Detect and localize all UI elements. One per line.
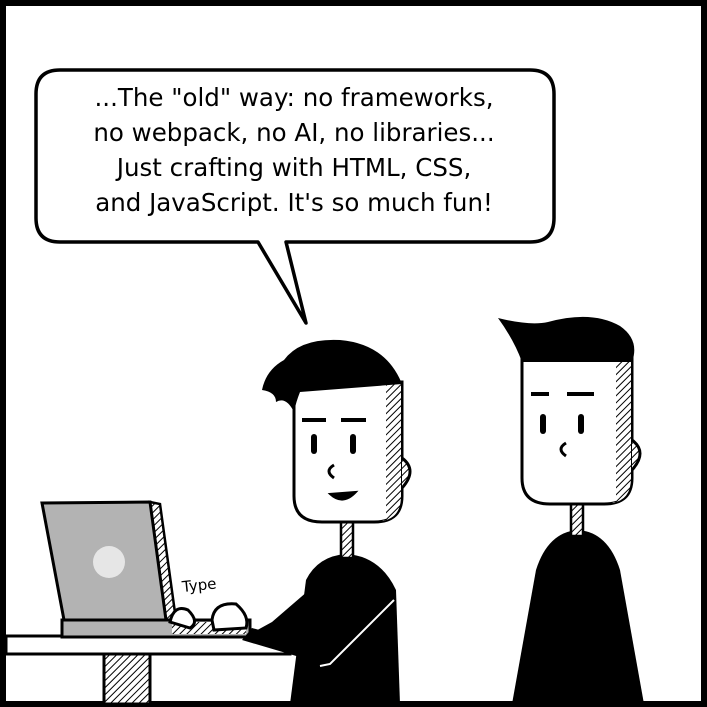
standing-character-left-eye (540, 414, 546, 434)
speech-line-1: ...The "old" way: no frameworks, (94, 83, 494, 112)
standing-character-head (520, 354, 634, 506)
laptop-logo-icon (93, 546, 125, 578)
typing-character-neck (339, 516, 355, 560)
typing-sound-effect: Type (181, 574, 218, 596)
speech-line-2: no webpack, no AI, no libraries... (93, 118, 495, 147)
typing-character-right-eye (350, 434, 356, 454)
standing-character-right-eye (578, 414, 584, 434)
typing-character-head (292, 380, 404, 524)
typing-character-left-eye (311, 434, 317, 454)
speech-bubble-text: ...The "old" way: no frameworks, no webp… (36, 80, 552, 220)
typing-character-right-hand (210, 602, 249, 632)
comic-panel: ...The "old" way: no frameworks, no webp… (0, 0, 707, 707)
speech-line-3: Just crafting with HTML, CSS, (116, 153, 472, 182)
speech-line-4: and JavaScript. It's so much fun! (95, 188, 493, 217)
